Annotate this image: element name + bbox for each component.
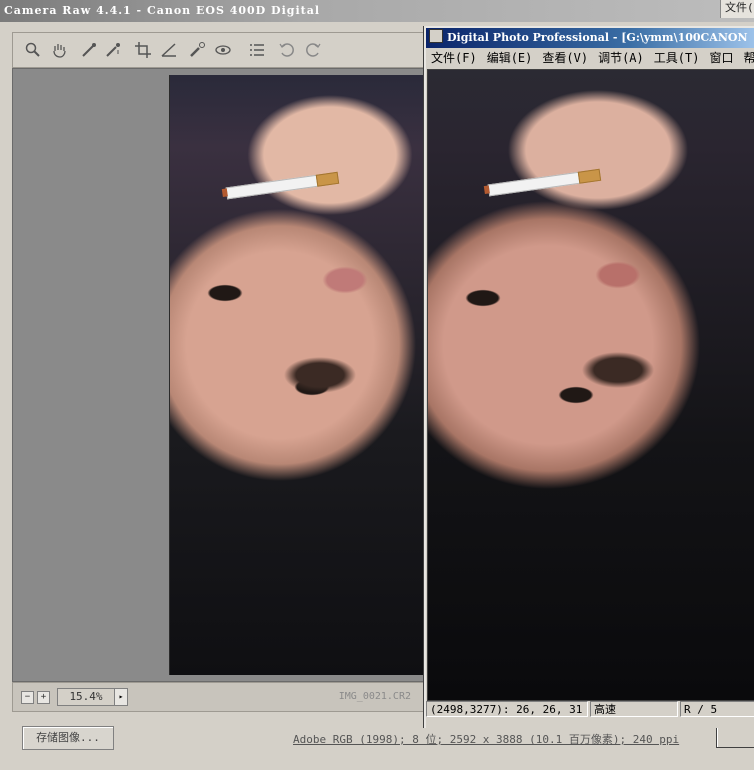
zoom-icon[interactable] bbox=[23, 40, 43, 60]
dpp-menu-bar: 文件(F)编辑(E)查看(V)调节(A)工具(T)窗口帮助 bbox=[426, 48, 754, 68]
zoom-out-button[interactable]: − bbox=[21, 691, 34, 704]
camera-raw-title-bar: Camera Raw 4.4.1 - Canon EOS 400D Digita… bbox=[0, 0, 754, 22]
camera-raw-toolbar bbox=[12, 32, 426, 68]
camera-raw-title: Camera Raw 4.4.1 - Canon EOS 400D Digita… bbox=[4, 4, 321, 17]
crop-icon[interactable] bbox=[133, 40, 153, 60]
zoom-level-field[interactable]: 15.4% bbox=[57, 688, 115, 706]
dpp-status-bar: (2498,3277): 26, 26, 31 高速 R / 5 bbox=[426, 701, 754, 719]
cigarette-detail bbox=[487, 171, 582, 197]
menu-help[interactable]: 帮助 bbox=[738, 48, 754, 68]
zoom-menu-button[interactable]: ▸ bbox=[114, 688, 128, 706]
color-sampler-icon[interactable] bbox=[103, 40, 123, 60]
rotate-right-icon[interactable] bbox=[303, 40, 323, 60]
menu-tools[interactable]: 工具(T) bbox=[649, 48, 705, 68]
menu-adjust[interactable]: 调节(A) bbox=[593, 48, 649, 68]
filename-label: IMG_0021.CR2 bbox=[338, 691, 411, 702]
menu-edit[interactable]: 编辑(E) bbox=[482, 48, 538, 68]
zoom-bar: − + 15.4% ▸ IMG_0021.CR2 bbox=[12, 682, 426, 712]
zoom-in-button[interactable]: + bbox=[37, 691, 50, 704]
menu-view[interactable]: 查看(V) bbox=[537, 48, 593, 68]
pixel-info: (2498,3277): 26, 26, 31 bbox=[426, 701, 588, 717]
rating-info: R / 5 bbox=[680, 701, 754, 717]
background-menu-file[interactable]: 文件( bbox=[720, 0, 754, 18]
preview-photo bbox=[169, 75, 425, 675]
dpp-image-view[interactable] bbox=[427, 69, 754, 701]
preferences-icon[interactable] bbox=[247, 40, 267, 60]
menu-window[interactable]: 窗口 bbox=[704, 48, 738, 68]
dpp-title: Digital Photo Professional - [G:\ymm\100… bbox=[447, 31, 748, 44]
workflow-options-link[interactable]: Adobe RGB (1998); 8 位; 2592 x 3888 (10.1… bbox=[293, 731, 679, 747]
straighten-icon[interactable] bbox=[159, 40, 179, 60]
retouch-icon[interactable] bbox=[187, 40, 207, 60]
hand-icon[interactable] bbox=[49, 40, 69, 60]
dpp-photo bbox=[428, 70, 754, 700]
dpp-window: Digital Photo Professional - [G:\ymm\100… bbox=[424, 26, 754, 728]
camera-app-icon[interactable] bbox=[429, 29, 443, 43]
save-image-button[interactable]: 存储图像... bbox=[22, 726, 114, 750]
dpp-title-bar: Digital Photo Professional - [G:\ymm\100… bbox=[426, 28, 754, 48]
white-balance-icon[interactable] bbox=[79, 40, 99, 60]
menu-file[interactable]: 文件(F) bbox=[426, 48, 482, 68]
rotate-left-icon[interactable] bbox=[277, 40, 297, 60]
quality-mode: 高速 bbox=[590, 701, 678, 717]
cigarette-detail bbox=[225, 174, 320, 200]
camera-raw-preview[interactable] bbox=[12, 68, 426, 682]
red-eye-icon[interactable] bbox=[213, 40, 233, 60]
